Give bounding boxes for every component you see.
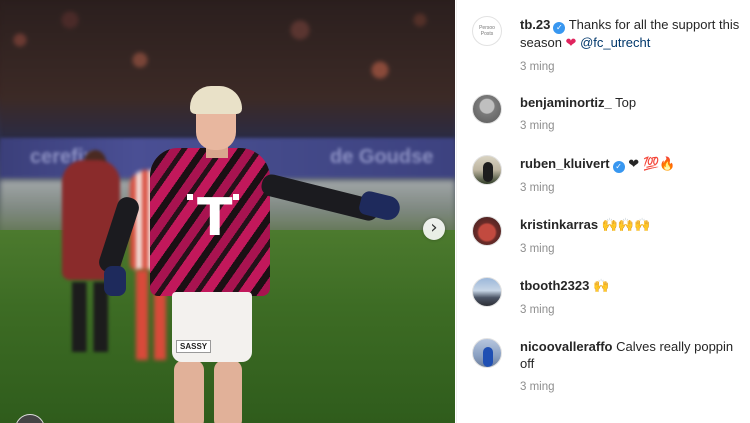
- comment-text: ❤ 💯🔥: [628, 157, 676, 172]
- caption-body: tb.23 ✓ Thanks for all the support this s…: [520, 16, 750, 73]
- comment-username[interactable]: benjaminortiz_: [520, 95, 612, 110]
- verified-badge-icon: ✓: [553, 22, 566, 34]
- comment-username[interactable]: tbooth2323: [520, 278, 589, 293]
- comment-body: ruben_kluivert ✓ ❤ 💯🔥 3 ming: [520, 155, 750, 194]
- comment-line: tbooth2323 🙌: [520, 277, 750, 295]
- verified-badge-icon: ✓: [612, 161, 625, 173]
- timestamp: 3 ming: [520, 61, 555, 73]
- avatar[interactable]: [472, 338, 502, 368]
- shirt-logo: T: [186, 188, 233, 248]
- comment-line: benjaminortiz_ Top: [520, 94, 750, 111]
- comment-username[interactable]: ruben_kluivert: [520, 156, 610, 171]
- avatar[interactable]: [472, 216, 502, 246]
- comment-body: benjaminortiz_ Top 3 ming: [520, 94, 750, 132]
- chevron-right-icon: ›: [430, 217, 438, 238]
- mention-link[interactable]: @fc_utrecht: [580, 35, 650, 50]
- player-left-glove: [104, 266, 126, 296]
- comment-body: kristinkarras 🙌🙌🙌 3 ming: [520, 216, 750, 255]
- timestamp: 3 ming: [520, 243, 555, 255]
- author-username[interactable]: tb.23: [520, 17, 550, 32]
- author-avatar-text: Persoo Posts: [479, 25, 495, 37]
- comment-line: kristinkarras 🙌🙌🙌: [520, 216, 750, 234]
- comment-text: 🙌: [592, 279, 610, 294]
- comment-line: ruben_kluivert ✓ ❤ 💯🔥: [520, 155, 750, 173]
- player-left-leg: [174, 360, 204, 423]
- board-text: de Goudse: [330, 146, 434, 168]
- background-player-legs: [72, 282, 108, 352]
- heart-icon: ❤: [565, 36, 577, 51]
- avatar[interactable]: [472, 94, 502, 124]
- comment-text: Top: [615, 95, 637, 110]
- comment-username[interactable]: nicoovalleraffo: [520, 339, 612, 354]
- shorts-sponsor: SASSY: [176, 340, 212, 353]
- next-photo-button[interactable]: ›: [423, 218, 445, 240]
- author-avatar[interactable]: Persoo Posts: [472, 16, 502, 46]
- timestamp: 3 ming: [520, 381, 555, 393]
- timestamp: 3 ming: [520, 120, 555, 132]
- player-right-leg: [214, 360, 242, 423]
- timestamp: 3 ming: [520, 182, 555, 194]
- comments-panel[interactable]: Persoo Posts tb.23 ✓ Thanks for all the s…: [456, 0, 750, 423]
- comment-line: nicoovalleraffo Calves really poppin off: [520, 338, 750, 372]
- avatar[interactable]: [472, 155, 502, 185]
- caption-line: tb.23 ✓ Thanks for all the support this s…: [520, 16, 750, 52]
- post-photo[interactable]: cerefix de Goudse T SASSY ›: [0, 0, 455, 423]
- comment-text: 🙌🙌🙌: [601, 218, 651, 233]
- comment-body: tbooth2323 🙌 3 ming: [520, 277, 750, 316]
- comment-username[interactable]: kristinkarras: [520, 217, 598, 232]
- avatar[interactable]: [472, 277, 502, 307]
- timestamp: 3 ming: [520, 304, 555, 316]
- comment-body: nicoovalleraffo Calves really poppin off…: [520, 338, 750, 393]
